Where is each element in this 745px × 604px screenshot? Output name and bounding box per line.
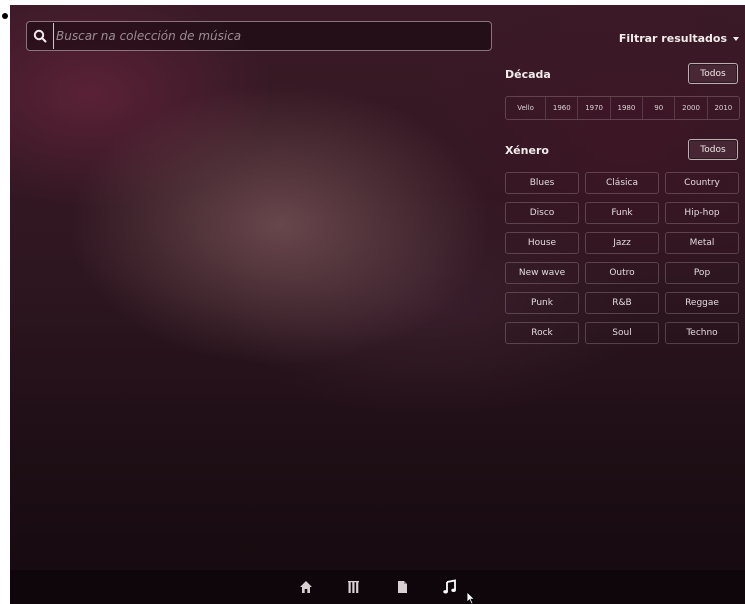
genre-item-funk[interactable]: Funk	[585, 202, 659, 224]
decade-all-button[interactable]: Todos	[688, 63, 738, 84]
document-bullet	[2, 13, 8, 19]
genre-item-metal[interactable]: Metal	[665, 232, 739, 254]
decade-item[interactable]: 1980	[611, 97, 644, 119]
decade-item[interactable]: Vello	[506, 97, 547, 119]
decade-item[interactable]: 1970	[578, 97, 611, 119]
genre-item-blues[interactable]: Blues	[505, 172, 579, 194]
genre-item-punk[interactable]: Punk	[505, 292, 579, 314]
genre-item-jazz[interactable]: Jazz	[585, 232, 659, 254]
genre-item-reggae[interactable]: Reggae	[665, 292, 739, 314]
decade-filter-row: Vello 1960 1970 1980 90 2000 2010	[505, 96, 740, 120]
home-icon[interactable]	[297, 578, 315, 596]
genre-item-country[interactable]: Country	[665, 172, 739, 194]
decade-title: Década	[505, 68, 551, 81]
search-box[interactable]	[26, 21, 492, 51]
genre-item-house[interactable]: House	[505, 232, 579, 254]
genre-item-outro[interactable]: Outro	[585, 262, 659, 284]
genre-all-button[interactable]: Todos	[688, 139, 738, 160]
search-icon	[27, 22, 53, 50]
applications-icon[interactable]	[345, 578, 363, 596]
music-icon[interactable]	[441, 578, 459, 596]
decade-item[interactable]: 90	[643, 97, 676, 119]
filter-results-toggle[interactable]: Filtrar resultados	[619, 32, 739, 45]
filter-results-label: Filtrar resultados	[618, 32, 727, 45]
genre-item-disco[interactable]: Disco	[505, 202, 579, 224]
genre-item-pop[interactable]: Pop	[665, 262, 739, 284]
genre-item-soul[interactable]: Soul	[585, 322, 659, 344]
genre-filter-grid: Blues Clásica Country Disco Funk Hip-hop…	[505, 172, 741, 344]
mouse-pointer-icon	[466, 590, 476, 604]
genre-item-rnb[interactable]: R&B	[585, 292, 659, 314]
genre-item-new-wave[interactable]: New wave	[505, 262, 579, 284]
lens-bar	[10, 570, 745, 604]
genre-item-rock[interactable]: Rock	[505, 322, 579, 344]
decade-item[interactable]: 2010	[708, 97, 739, 119]
genre-item-techno[interactable]: Techno	[665, 322, 739, 344]
decade-item[interactable]: 2000	[675, 97, 708, 119]
decade-item[interactable]: 1960	[546, 97, 579, 119]
chevron-down-icon	[733, 36, 739, 41]
files-icon[interactable]	[393, 578, 411, 596]
search-input[interactable]	[53, 23, 491, 49]
dash-window: Filtrar resultados Década Todos Vello 19…	[10, 5, 745, 604]
genre-title: Xénero	[505, 144, 549, 157]
genre-item-clasica[interactable]: Clásica	[585, 172, 659, 194]
genre-item-hip-hop[interactable]: Hip-hop	[665, 202, 739, 224]
